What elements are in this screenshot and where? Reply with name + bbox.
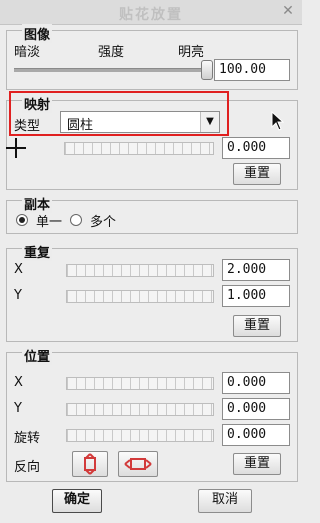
position-group-title: 位置 [22, 346, 53, 365]
single-radio-label: 单一 [36, 215, 63, 230]
position-y-label: Y [14, 401, 22, 416]
cancel-button[interactable]: 取消 [198, 489, 252, 513]
bright-label: 明亮 [178, 45, 205, 60]
mapping-reset-button[interactable]: 重置 [233, 163, 281, 185]
repeat-y-slider[interactable] [66, 290, 214, 303]
position-y-slider[interactable] [66, 403, 214, 416]
dim-label: 暗淡 [14, 45, 41, 60]
intensity-label: 强度 [98, 45, 125, 60]
position-reset-button[interactable]: 重置 [233, 453, 281, 475]
position-x-slider[interactable] [66, 377, 214, 390]
position-x-label: X [14, 375, 23, 390]
rotate-field[interactable]: 0.000 [222, 424, 290, 446]
multiple-radio-label: 多个 [90, 215, 117, 230]
highlight-box [9, 91, 229, 136]
rotate-slider[interactable] [66, 429, 214, 442]
single-radio[interactable] [16, 214, 28, 226]
mapping-param-field[interactable]: 0.000 [222, 137, 290, 159]
window-title: 贴花放置 [119, 7, 183, 23]
mapping-param-slider[interactable] [64, 142, 214, 155]
flip-horizontal-icon [124, 458, 152, 470]
repeat-x-slider[interactable] [66, 264, 214, 277]
flip-horizontal-button[interactable] [118, 451, 158, 477]
repeat-group-title: 重复 [22, 242, 53, 261]
flip-vertical-icon [84, 453, 96, 475]
mouse-pointer-icon [271, 111, 284, 131]
close-icon[interactable]: ✕ [280, 3, 296, 19]
ok-button[interactable]: 确定 [52, 489, 102, 513]
flip-label: 反向 [14, 460, 41, 475]
repeat-y-label: Y [14, 288, 22, 303]
flip-vertical-button[interactable] [72, 451, 108, 477]
position-y-field[interactable]: 0.000 [222, 398, 290, 420]
multiple-radio[interactable] [70, 214, 82, 226]
intensity-slider-thumb[interactable] [201, 60, 213, 80]
rotate-label: 旋转 [14, 431, 41, 446]
crosshair-cursor-icon [6, 138, 26, 158]
repeat-y-field[interactable]: 1.000 [222, 285, 290, 307]
position-x-field[interactable]: 0.000 [222, 372, 290, 394]
intensity-slider-track[interactable] [14, 68, 209, 72]
repeat-x-field[interactable]: 2.000 [222, 259, 290, 281]
intensity-value-field[interactable]: 100.00 [214, 59, 290, 81]
repeat-reset-button[interactable]: 重置 [233, 315, 281, 337]
repeat-x-label: X [14, 262, 23, 277]
